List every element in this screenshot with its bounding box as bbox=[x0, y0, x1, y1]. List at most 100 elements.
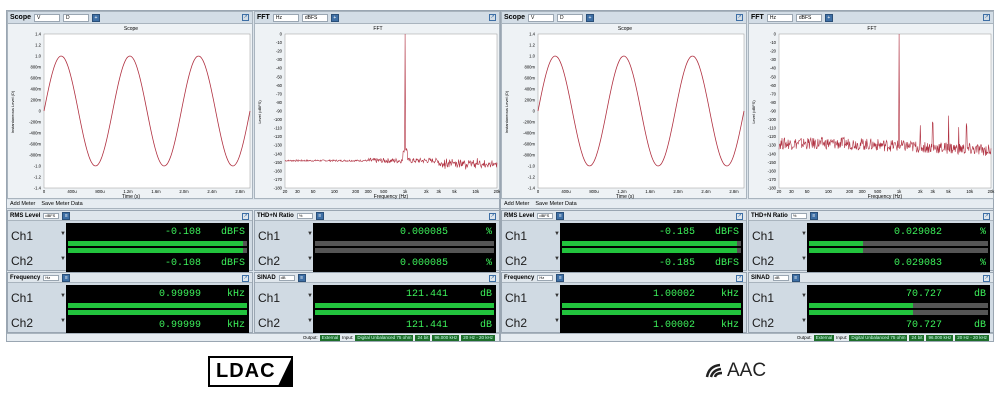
fft-ytick-label: -180 bbox=[768, 186, 777, 191]
status-rate[interactable]: 96.000 kHz bbox=[432, 334, 460, 341]
scope-ytick-label: 0 bbox=[533, 109, 536, 114]
fft-popout-icon[interactable]: ↗ bbox=[983, 14, 990, 21]
channel-value: 70.727 bbox=[905, 289, 942, 300]
channel-label: Ch2 bbox=[11, 254, 34, 268]
fft-plot-title: FFT bbox=[373, 26, 382, 32]
scope-settings-icon[interactable]: + bbox=[92, 13, 101, 22]
fft-xtick-label: 300 bbox=[365, 189, 373, 194]
scope-xtick-label: 2.8m bbox=[729, 189, 739, 194]
scope-ytick-label: 800m bbox=[525, 65, 536, 70]
fft-ytick-label: -100 bbox=[274, 117, 283, 122]
scope-ytick-label: -1.4 bbox=[528, 186, 536, 191]
fft-unit2-select[interactable]: dBFS bbox=[795, 13, 822, 22]
fft-ytick-label: -130 bbox=[274, 143, 283, 148]
aac-logo-text: AAC bbox=[727, 360, 767, 381]
channel-row-ch1: Ch1 ▼ 1.00002 kHz bbox=[502, 284, 748, 312]
meter-settings-icon[interactable]: ≡ bbox=[556, 211, 565, 220]
channel-value: 0.029082 bbox=[893, 227, 942, 238]
scope-plot-title: Scope bbox=[618, 26, 632, 32]
save-meter-data-button[interactable]: Save Meter Data bbox=[535, 201, 576, 207]
meter-popout-icon[interactable]: ↗ bbox=[489, 213, 496, 220]
fft-settings-icon[interactable]: + bbox=[824, 13, 833, 22]
meter-popout-icon[interactable]: ↗ bbox=[736, 213, 743, 220]
add-meter-button[interactable]: Add Meter bbox=[10, 201, 35, 207]
status-bits[interactable]: 24 bit bbox=[415, 334, 431, 341]
status-bandwidth[interactable]: 20 Hz - 20 kHz bbox=[955, 334, 989, 341]
status-output-value[interactable]: External bbox=[813, 334, 835, 341]
fft-unit-select[interactable]: Hz bbox=[766, 13, 793, 22]
meter-level-bar bbox=[809, 303, 988, 308]
meter-unit-select[interactable]: Hz bbox=[537, 274, 554, 281]
meter-header: THD+N Ratio % ≡ bbox=[749, 211, 993, 221]
scope-popout-icon[interactable]: ↗ bbox=[242, 14, 249, 21]
status-rate[interactable]: 96.000 kHz bbox=[926, 334, 954, 341]
meter-popout-icon[interactable]: ↗ bbox=[736, 275, 743, 282]
status-input-value[interactable]: Digital Unbalanced 75 ohm bbox=[355, 334, 414, 341]
meter-title: THD+N Ratio bbox=[751, 212, 788, 219]
fft-plot-area bbox=[778, 33, 992, 189]
channel-unit: dB bbox=[479, 289, 492, 300]
fft-xtick-label: 100 bbox=[825, 189, 833, 194]
channel-value: -0.108 bbox=[164, 258, 201, 269]
scope-unit-select[interactable]: V bbox=[34, 13, 61, 22]
status-bar: Output: External Input: Digital Unbalanc… bbox=[501, 333, 993, 341]
channel-display: 0.000085 % bbox=[313, 223, 496, 249]
meter-toolbar: Add Meter Save Meter Data bbox=[7, 200, 499, 209]
scope-ytick-label: 1.2 bbox=[529, 43, 535, 48]
meter-settings-icon[interactable]: ≡ bbox=[297, 273, 306, 282]
meter-level-bar bbox=[562, 303, 741, 308]
meter-popout-icon[interactable]: ↗ bbox=[983, 275, 990, 282]
meter-unit-select[interactable]: % bbox=[296, 212, 313, 219]
meter-unit-select[interactable]: dBFS bbox=[43, 212, 60, 219]
scope-ytick-label: -400m bbox=[523, 131, 535, 136]
fft-unit-select[interactable]: Hz bbox=[272, 13, 299, 22]
meter-unit-select[interactable]: dB bbox=[772, 274, 789, 281]
scope-popout-icon[interactable]: ↗ bbox=[736, 14, 743, 21]
scope-plot: Scope 1.4 1.2 1.0 800m 600m 400m 200m 0 -200m -40… bbox=[504, 26, 745, 200]
scope-graph: Scope V D + ↗ Scope 1.4 1.2 1.0 800m 600m 400… bbox=[501, 11, 747, 200]
fft-ytick-label: -70 bbox=[276, 91, 283, 96]
meter-unit-select[interactable]: dB bbox=[278, 274, 295, 281]
scope-unit2-select[interactable]: D bbox=[63, 13, 90, 22]
meter-settings-icon[interactable]: ≡ bbox=[791, 273, 800, 282]
fft-ytick-label: -60 bbox=[276, 83, 283, 88]
status-bandwidth[interactable]: 20 Hz - 20 kHz bbox=[461, 334, 495, 341]
channel-label: Ch1 bbox=[258, 229, 281, 243]
meter-popout-icon[interactable]: ↗ bbox=[983, 213, 990, 220]
fft-popout-icon[interactable]: ↗ bbox=[489, 14, 496, 21]
meter-header: Frequency Hz ≡ bbox=[8, 273, 252, 283]
scope-settings-icon[interactable]: + bbox=[586, 13, 595, 22]
meter-settings-icon[interactable]: ≡ bbox=[62, 211, 71, 220]
meter-settings-icon[interactable]: ≡ bbox=[809, 211, 818, 220]
aac-logo: AAC bbox=[703, 360, 766, 382]
add-meter-button[interactable]: Add Meter bbox=[504, 201, 529, 207]
meter-level-bar bbox=[315, 248, 494, 253]
meter-header: RMS Level dBFS ≡ bbox=[502, 211, 746, 221]
status-input-value[interactable]: Digital Unbalanced 75 ohm bbox=[849, 334, 908, 341]
fft-ytick-label: -140 bbox=[274, 151, 283, 156]
meter-popout-icon[interactable]: ↗ bbox=[489, 275, 496, 282]
meter-settings-icon[interactable]: ≡ bbox=[62, 273, 71, 282]
meter-unit-select[interactable]: Hz bbox=[43, 274, 60, 281]
fft-ytick-label: -30 bbox=[770, 57, 777, 62]
channel-row-ch1: Ch1 ▼ 0.99999 kHz bbox=[8, 284, 254, 312]
fft-settings-icon[interactable]: + bbox=[330, 13, 339, 22]
meter-settings-icon[interactable]: ≡ bbox=[315, 211, 324, 220]
scope-unit-select[interactable]: V bbox=[528, 13, 555, 22]
meter-unit-select[interactable]: dBFS bbox=[537, 212, 554, 219]
scope-unit2-select[interactable]: D bbox=[557, 13, 584, 22]
fft-unit2-select[interactable]: dBFS bbox=[301, 13, 328, 22]
scope-ytick-label: -400m bbox=[29, 131, 41, 136]
scope-xtick-label: 2.0m bbox=[179, 189, 189, 194]
channel-display: -0.185 dBFS bbox=[560, 223, 743, 249]
save-meter-data-button[interactable]: Save Meter Data bbox=[41, 201, 82, 207]
meter-popout-icon[interactable]: ↗ bbox=[242, 275, 249, 282]
meter-popout-icon[interactable]: ↗ bbox=[242, 213, 249, 220]
meter-unit-select[interactable]: % bbox=[790, 212, 807, 219]
fft-ytick-label: -20 bbox=[276, 49, 283, 54]
meter-settings-icon[interactable]: ≡ bbox=[556, 273, 565, 282]
status-output-value[interactable]: External bbox=[319, 334, 341, 341]
scope-plot: Scope 1.4 1.2 1.0 800m 600m 400m 200m 0 -200m -40… bbox=[10, 26, 251, 200]
channel-label: Ch1 bbox=[505, 229, 528, 243]
status-bits[interactable]: 24 bit bbox=[909, 334, 925, 341]
